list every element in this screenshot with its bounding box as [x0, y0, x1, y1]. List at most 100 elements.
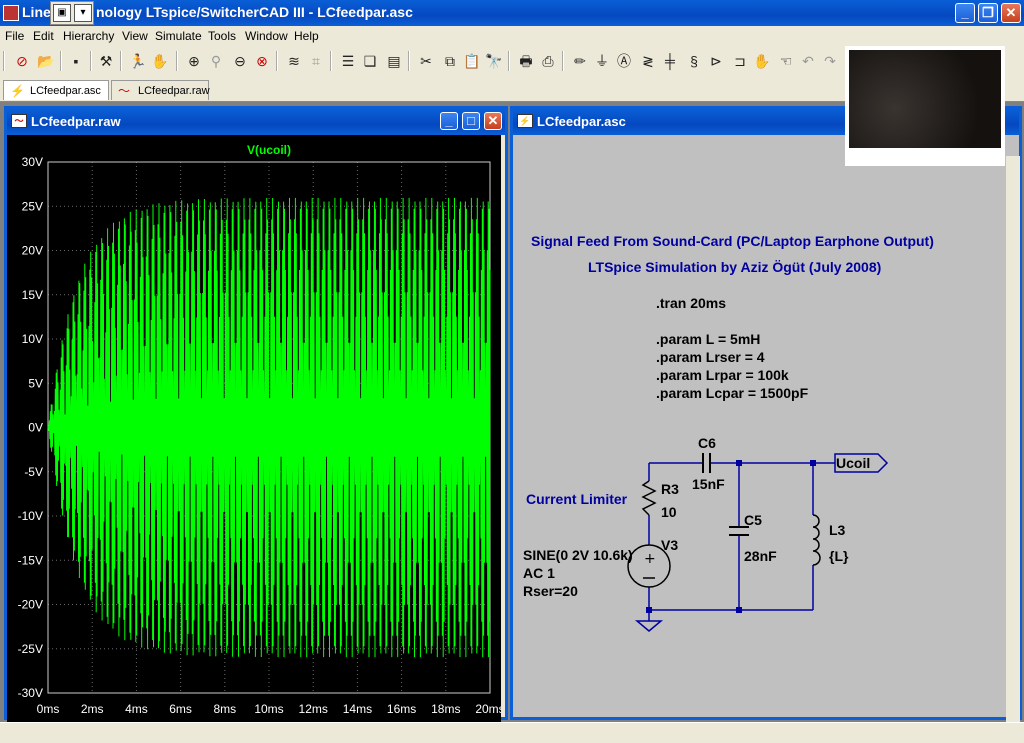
l3-name[interactable]: L3 — [829, 522, 845, 538]
menu-simulate[interactable]: Simulate — [155, 29, 202, 43]
autorange-icon[interactable]: ≋ — [284, 51, 304, 71]
redo-icon[interactable]: ↷ — [820, 51, 840, 71]
vertical-scrollbar[interactable] — [1006, 156, 1020, 726]
schematic-window[interactable]: ⚡ LCfeedpar.asc Signal Feed From Sound-C… — [510, 106, 1022, 720]
tab-lcfeedpar-raw[interactable]: 〜 LCfeedpar.raw — [111, 80, 210, 100]
tile-horizontal-icon[interactable]: ☰ — [338, 51, 358, 71]
inductor-icon[interactable]: § — [684, 51, 704, 71]
draw-wire-icon[interactable]: ✏ — [570, 51, 590, 71]
plot-window[interactable]: 〜 LCfeedpar.raw _ □ ✕ 0ms 2ms 4ms 6ms 8ms 10m… — [4, 106, 508, 723]
control-panel-icon[interactable]: ⚒ — [96, 51, 116, 71]
save-icon[interactable]: ▪ — [66, 51, 86, 71]
plot-close-button[interactable]: ✕ — [484, 112, 502, 130]
menu-file[interactable]: File — [5, 29, 24, 43]
c6-name[interactable]: C6 — [698, 435, 716, 451]
close-button[interactable]: ✕ — [1001, 3, 1021, 23]
app-title-bar[interactable]: Line nology LTspice/SwitcherCAD III - LC… — [0, 0, 1024, 26]
video-preview-thumbnail[interactable] — [845, 46, 1005, 166]
find-icon[interactable]: 🔭 — [484, 51, 504, 71]
run-icon[interactable]: 🏃 — [128, 51, 148, 71]
v3-name[interactable]: V3 — [661, 537, 678, 553]
zoom-fit-icon[interactable]: ⊗ — [252, 51, 272, 71]
menu-view[interactable]: View — [122, 29, 148, 43]
waveform-plot[interactable]: 0ms 2ms 4ms 6ms 8ms 10ms 12ms 14ms 16ms 18ms 20ms 3… — [7, 135, 505, 723]
menu-window[interactable]: Window — [245, 29, 288, 43]
undo-icon[interactable]: ↶ — [798, 51, 818, 71]
y-tick-label: -20V — [18, 598, 43, 612]
r3-value[interactable]: 10 — [661, 504, 677, 520]
y-tick-label: -5V — [24, 465, 43, 479]
chart-title: V(ucoil) — [247, 143, 291, 157]
restore-button[interactable]: ❐ — [978, 3, 998, 23]
c5-value[interactable]: 28nF — [744, 548, 777, 564]
c5-name[interactable]: C5 — [744, 512, 762, 528]
component-icon[interactable]: ⊐ — [730, 51, 750, 71]
plot-minimize-button[interactable]: _ — [440, 112, 458, 130]
v3-spec-rser[interactable]: Rser=20 — [523, 583, 578, 599]
schematic-window-title: LCfeedpar.asc — [537, 114, 626, 129]
label-net-icon[interactable]: Ⓐ — [614, 51, 634, 71]
open-folder-icon[interactable]: 📂 — [36, 51, 56, 71]
x-tick-label: 16ms — [387, 702, 416, 716]
x-tick-label: 12ms — [299, 702, 328, 716]
cut-icon[interactable]: ✂ — [416, 51, 436, 71]
v3-spec-ac[interactable]: AC 1 — [523, 565, 555, 581]
y-tick-label: 5V — [28, 376, 43, 390]
cascade-icon[interactable]: ❏ — [360, 51, 380, 71]
tab-label: LCfeedpar.raw — [138, 85, 210, 97]
menu-hierarchy[interactable]: Hierarchy — [63, 29, 114, 43]
copy-icon[interactable]: ⧉ — [440, 51, 460, 71]
chip-icon[interactable]: ▣ — [53, 4, 71, 22]
ground-icon[interactable]: ⏚ — [592, 51, 612, 71]
y-tick-label: 25V — [22, 199, 43, 213]
resistor-icon[interactable]: ≷ — [638, 51, 658, 71]
r3-name[interactable]: R3 — [661, 481, 679, 497]
zoom-out-icon[interactable]: ⊖ — [230, 51, 250, 71]
app-title-prefix: Line — [22, 4, 51, 20]
svg-text:+: + — [644, 551, 656, 567]
capacitor-icon[interactable]: ╪ — [660, 51, 680, 71]
paste-icon[interactable]: 📋 — [462, 51, 482, 71]
menu-edit[interactable]: Edit — [33, 29, 54, 43]
minimize-button[interactable]: _ — [955, 3, 975, 23]
v3-spec-sine[interactable]: SINE(0 2V 10.6k) — [523, 547, 633, 563]
diode-icon[interactable]: ⊳ — [706, 51, 726, 71]
print-icon[interactable]: ⎙ — [538, 51, 558, 71]
pan-icon[interactable]: ⚲ — [206, 51, 226, 71]
app-title: nology LTspice/SwitcherCAD III - LCfeedp… — [96, 4, 413, 20]
x-tick-label: 14ms — [343, 702, 372, 716]
tile-vertical-icon[interactable]: ▤ — [384, 51, 404, 71]
menu-tools[interactable]: Tools — [208, 29, 236, 43]
schematic-icon: ⚡ — [517, 114, 533, 128]
c6-value[interactable]: 15nF — [692, 476, 725, 492]
bottom-status-strip — [0, 722, 1024, 743]
schematic-wires: + — [627, 453, 889, 632]
y-tick-label: 0V — [28, 421, 43, 435]
plot-maximize-button[interactable]: □ — [462, 112, 480, 130]
net-label-ucoil[interactable]: Ucoil — [836, 455, 870, 471]
plot-window-title: LCfeedpar.raw — [31, 114, 121, 129]
floating-mini-toolbar[interactable]: ▣ ▾ — [50, 1, 94, 25]
menu-bar: File Edit Hierarchy View Simulate Tools … — [0, 27, 1024, 45]
ltspice-app-icon[interactable] — [3, 5, 19, 21]
plot-window-title-bar[interactable]: 〜 LCfeedpar.raw _ □ ✕ — [7, 109, 505, 135]
y-tick-label: -15V — [18, 553, 43, 567]
chevron-down-icon[interactable]: ▾ — [74, 4, 92, 22]
new-schematic-icon[interactable]: ⊘ — [12, 51, 32, 71]
y-tick-label: 10V — [22, 332, 43, 346]
menu-help[interactable]: Help — [294, 29, 319, 43]
halt-icon[interactable]: ✋ — [150, 51, 170, 71]
l3-value[interactable]: {L} — [829, 548, 848, 564]
x-tick-label: 20ms — [475, 702, 501, 716]
zoom-in-icon[interactable]: ⊕ — [184, 51, 204, 71]
schematic-canvas[interactable]: Signal Feed From Sound-Card (PC/Laptop E… — [513, 135, 1019, 717]
drag-icon[interactable]: ☜ — [776, 51, 796, 71]
tab-lcfeedpar-asc[interactable]: ⚡ LCfeedpar.asc — [3, 80, 109, 100]
video-frame — [849, 50, 1001, 148]
x-tick-label: 2ms — [81, 702, 104, 716]
x-tick-label: 18ms — [431, 702, 460, 716]
move-icon[interactable]: ✋ — [752, 51, 772, 71]
y-tick-label: -10V — [18, 509, 43, 523]
grid-icon[interactable]: ⌗ — [306, 51, 326, 71]
print-setup-icon[interactable]: 🖶 — [516, 51, 536, 71]
